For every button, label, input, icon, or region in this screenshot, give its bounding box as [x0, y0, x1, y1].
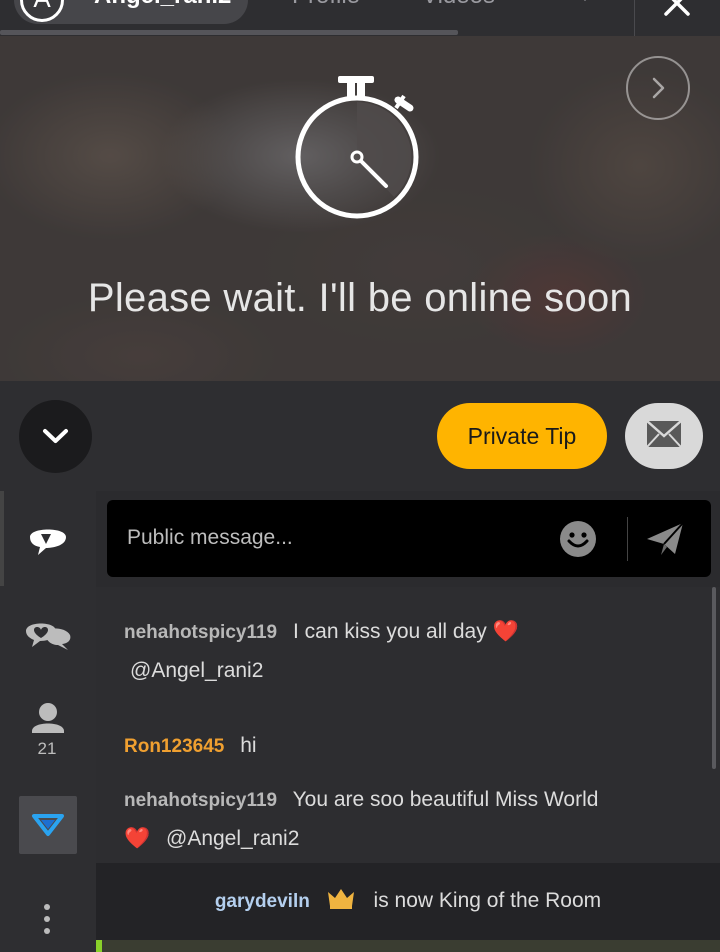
- heart-emoji: ❤️: [124, 827, 151, 850]
- crown-icon: [327, 889, 354, 909]
- sidebar-item-public-chat[interactable]: [0, 519, 96, 559]
- tab-underline: [0, 30, 458, 35]
- envelope-icon: [646, 420, 682, 448]
- private-tip-button[interactable]: Private Tip: [437, 403, 607, 469]
- heart-emoji: ❤️: [492, 620, 519, 643]
- next-room-button[interactable]: [626, 56, 690, 120]
- chat-message: nehahotspicy119 I can kiss you all day ❤…: [124, 613, 684, 690]
- message-composer: [107, 500, 711, 577]
- collapse-button[interactable]: [19, 400, 92, 473]
- public-message-input[interactable]: [127, 526, 547, 550]
- chat-text: You are soo beautiful Miss World: [292, 788, 599, 811]
- chat-message: nehahotspicy119 You are soo beautiful Mi…: [124, 781, 684, 858]
- close-button[interactable]: [660, 0, 694, 20]
- chat-scrollbar[interactable]: [712, 587, 716, 769]
- chat-text: I can kiss you all day: [292, 620, 487, 643]
- divider: [627, 517, 628, 561]
- tab-videos[interactable]: Videos: [422, 0, 495, 10]
- room-notice: garydeviln is now King of the Room: [96, 863, 720, 940]
- chat-text: hi: [240, 734, 257, 757]
- offline-message: Please wait. I'll be online soon: [87, 276, 633, 320]
- sidebar-item-more[interactable]: [0, 899, 96, 939]
- chat-panel: nehahotspicy119 I can kiss you all day ❤…: [96, 491, 720, 952]
- top-bar: A Angel_rani2 Profile Videos +: [0, 0, 720, 36]
- user-count: 21: [37, 739, 57, 758]
- chat-bubble-icon: [30, 529, 66, 555]
- stopwatch-icon: [295, 76, 419, 219]
- room-notice-text: garydeviln is now King of the Room: [96, 887, 720, 913]
- close-icon: [664, 0, 690, 16]
- sidebar-item-logo[interactable]: [19, 796, 77, 854]
- tab-more[interactable]: +: [578, 0, 592, 10]
- chevron-right-icon: [652, 77, 665, 99]
- notice-username[interactable]: garydeviln: [215, 891, 310, 912]
- chat-username[interactable]: nehahotspicy119: [124, 622, 277, 643]
- sidebar-item-users[interactable]: [0, 699, 96, 739]
- status-strip: [96, 940, 720, 952]
- chaturbate-logo-icon: [32, 814, 64, 836]
- video-player[interactable]: Please wait. I'll be online soon: [0, 36, 720, 381]
- divider: [634, 0, 635, 36]
- user-icon: [32, 703, 64, 733]
- app-root: A Angel_rani2 Profile Videos +: [0, 0, 720, 952]
- chat-username[interactable]: nehahotspicy119: [124, 790, 277, 811]
- send-icon[interactable]: [645, 520, 685, 558]
- more-vertical-icon: [44, 904, 50, 934]
- chat-mention[interactable]: @Angel_rani2: [166, 827, 299, 850]
- chat-sidebar: 21: [0, 491, 96, 952]
- private-message-button[interactable]: [625, 403, 703, 469]
- chat-message: Ron123645 hi: [124, 727, 684, 766]
- model-pill[interactable]: A Angel_rani2: [14, 0, 248, 24]
- controls-bar: Private Tip: [0, 381, 720, 491]
- model-name[interactable]: Angel_rani2: [94, 0, 231, 10]
- avatar[interactable]: A: [20, 0, 64, 22]
- notice-text: is now King of the Room: [373, 889, 602, 912]
- emoji-icon[interactable]: [559, 520, 597, 558]
- chat-mention[interactable]: @Angel_rani2: [130, 659, 263, 682]
- private-chat-icon: [26, 623, 71, 650]
- chat-username[interactable]: Ron123645: [124, 736, 224, 757]
- tab-profile[interactable]: Profile: [292, 0, 360, 10]
- chat-message-list[interactable]: nehahotspicy119 I can kiss you all day ❤…: [96, 587, 720, 877]
- sidebar-item-private-chat[interactable]: [0, 613, 96, 653]
- chevron-down-icon: [43, 429, 68, 443]
